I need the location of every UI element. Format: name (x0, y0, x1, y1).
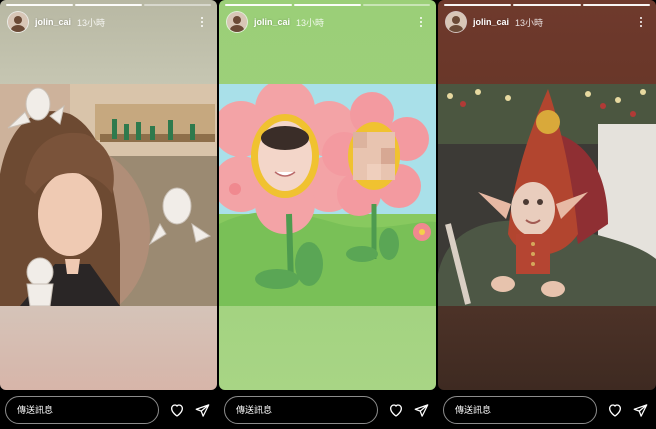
story-footer: 傳送訊息 (0, 393, 217, 427)
story-view-1[interactable]: jolin_cai 13小時 (0, 0, 217, 390)
username[interactable]: jolin_cai (254, 17, 290, 27)
send-icon[interactable] (631, 401, 649, 419)
more-options-icon[interactable] (195, 14, 209, 30)
username[interactable]: jolin_cai (35, 17, 71, 27)
progress-segment (582, 4, 650, 6)
progress-segment (225, 4, 292, 6)
more-options-icon[interactable] (634, 14, 648, 30)
story-footer: 傳送訊息 (438, 393, 656, 427)
story-view-3[interactable]: jolin_cai 13小時 (438, 0, 656, 390)
story-photo-1 (0, 84, 217, 306)
send-icon[interactable] (193, 401, 211, 419)
more-options-icon[interactable] (414, 14, 428, 30)
progress-segment (75, 4, 142, 6)
story-progress-bar (444, 4, 650, 6)
progress-segment (513, 4, 581, 6)
progress-segment (144, 4, 211, 6)
send-message-input[interactable]: 傳送訊息 (224, 396, 378, 424)
avatar-icon[interactable] (227, 12, 247, 32)
post-time: 13小時 (296, 17, 325, 28)
heart-icon[interactable] (606, 401, 624, 419)
story-footer: 傳送訊息 (219, 393, 436, 427)
heart-icon[interactable] (168, 401, 186, 419)
heart-icon[interactable] (387, 401, 405, 419)
send-message-input[interactable]: 傳送訊息 (443, 396, 597, 424)
progress-segment (444, 4, 512, 6)
story-panel-2[interactable]: jolin_cai 13小時 傳送訊息 (219, 0, 436, 429)
story-view-2[interactable]: jolin_cai 13小時 (219, 0, 436, 390)
story-panel-1[interactable]: jolin_cai 13小時 傳送訊息 (0, 0, 217, 429)
story-header: jolin_cai 13小時 (227, 11, 428, 33)
post-time: 13小時 (77, 17, 106, 28)
progress-segment (363, 4, 430, 6)
send-icon[interactable] (412, 401, 430, 419)
progress-segment (6, 4, 73, 6)
story-progress-bar (6, 4, 211, 6)
progress-segment (294, 4, 361, 6)
post-time: 13小時 (515, 17, 544, 28)
avatar-icon[interactable] (446, 12, 466, 32)
username[interactable]: jolin_cai (473, 17, 509, 27)
story-panel-3[interactable]: jolin_cai 13小時 傳送訊息 (438, 0, 656, 429)
story-header: jolin_cai 13小時 (8, 11, 209, 33)
story-header: jolin_cai 13小時 (446, 11, 648, 33)
story-photo-2 (219, 84, 436, 306)
send-message-input[interactable]: 傳送訊息 (5, 396, 159, 424)
story-progress-bar (225, 4, 430, 6)
story-photo-3 (438, 84, 656, 306)
avatar-icon[interactable] (8, 12, 28, 32)
